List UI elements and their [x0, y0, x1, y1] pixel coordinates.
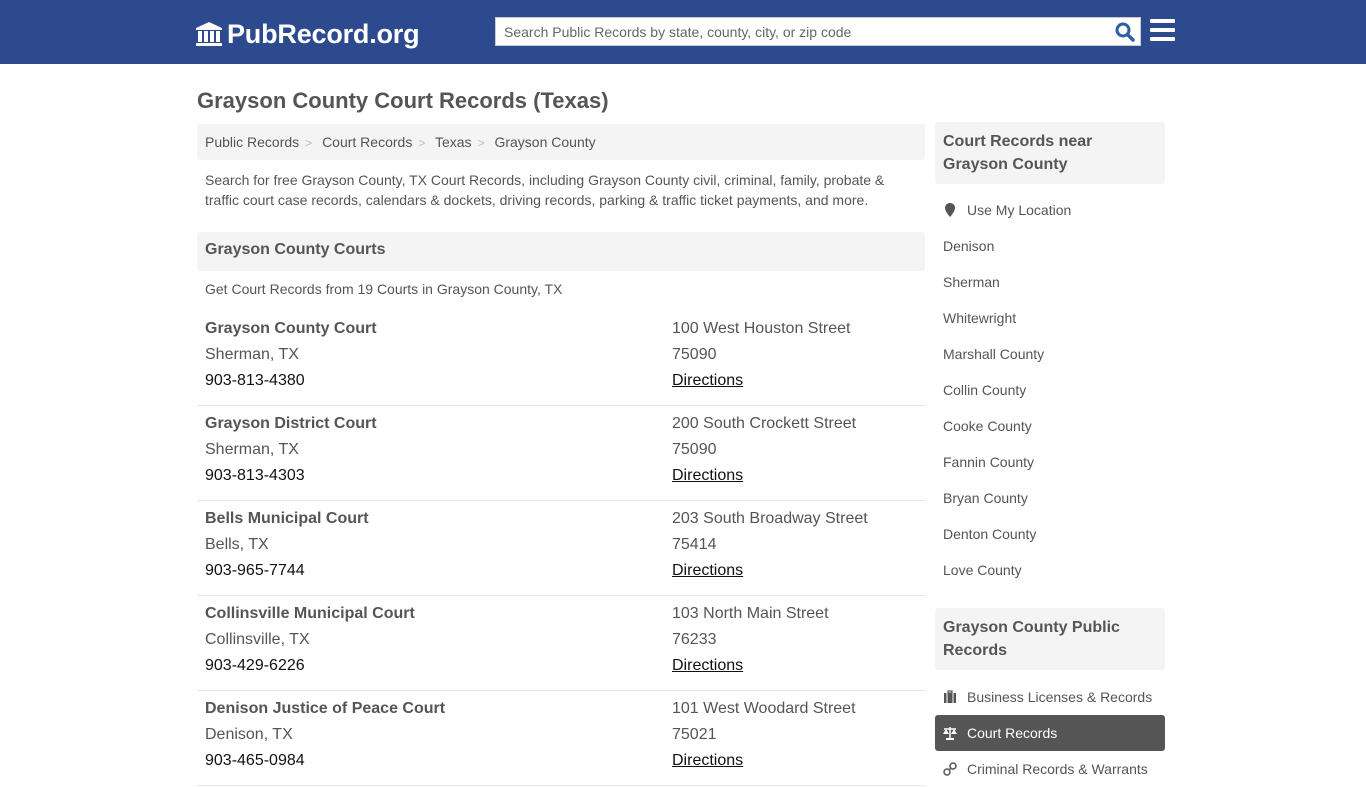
- courts-list: Grayson County Court Sherman, TX 903-813…: [197, 311, 925, 786]
- court-zip: 75090: [672, 346, 717, 363]
- breadcrumb-separator: >: [305, 136, 313, 150]
- court-name: Collinsville Municipal Court: [205, 605, 415, 622]
- court-item: Collinsville Municipal Court Collinsvill…: [197, 596, 925, 691]
- court-zip: 76233: [672, 631, 717, 648]
- court-street: 101 West Woodard Street: [672, 700, 856, 717]
- nearby-link[interactable]: Marshall County: [935, 336, 1165, 372]
- court-phone[interactable]: 903-813-4303: [205, 466, 377, 492]
- court-name: Denison Justice of Peace Court: [205, 700, 446, 717]
- nearby-link[interactable]: Love County: [935, 552, 1165, 588]
- breadcrumb-court-records[interactable]: Court Records: [322, 134, 412, 150]
- sidebar-item-business-licenses[interactable]: Business Licenses & Records: [935, 679, 1165, 715]
- sidebar-item-court-records[interactable]: Court Records: [935, 715, 1165, 751]
- nearby-link[interactable]: Whitewright: [935, 300, 1165, 336]
- intro-text: Search for free Grayson County, TX Court…: [205, 172, 885, 208]
- breadcrumb-separator: >: [418, 136, 426, 150]
- search-box: [495, 17, 1141, 46]
- logo-text: PubRecord.org: [227, 18, 420, 49]
- court-street: 203 South Broadway Street: [672, 510, 868, 527]
- breadcrumb-separator: >: [477, 136, 485, 150]
- court-item: Grayson County Court Sherman, TX 903-813…: [197, 311, 925, 406]
- court-item: Grayson District Court Sherman, TX 903-8…: [197, 406, 925, 501]
- hamburger-menu-icon[interactable]: [1150, 19, 1176, 43]
- nearby-link[interactable]: Bryan County: [935, 480, 1165, 516]
- sidebar-public-records: Grayson County Public Records Business L…: [935, 608, 1165, 787]
- sidebar-item-criminal-records[interactable]: Criminal Records & Warrants: [935, 751, 1165, 787]
- map-marker-icon: [945, 203, 955, 217]
- directions-link[interactable]: Directions: [672, 752, 743, 769]
- nearby-link[interactable]: Collin County: [935, 372, 1165, 408]
- sidebar-nearby: Court Records near Grayson County Use My…: [935, 122, 1165, 588]
- court-phone[interactable]: 903-965-7744: [205, 561, 369, 587]
- court-zip: 75021: [672, 726, 717, 743]
- court-street: 100 West Houston Street: [672, 320, 851, 337]
- breadcrumb-public-records[interactable]: Public Records: [205, 134, 299, 150]
- directions-link[interactable]: Directions: [672, 467, 743, 484]
- sidebar-nearby-title: Court Records near Grayson County: [935, 122, 1165, 184]
- nearby-link[interactable]: Cooke County: [935, 408, 1165, 444]
- court-phone[interactable]: 903-813-4380: [205, 371, 377, 397]
- court-street: 103 North Main Street: [672, 605, 829, 622]
- search-button[interactable]: [1114, 21, 1136, 43]
- court-zip: 75414: [672, 536, 717, 553]
- court-city: Collinsville, TX: [205, 631, 310, 648]
- site-logo[interactable]: PubRecord.org: [195, 17, 420, 51]
- directions-link[interactable]: Directions: [672, 372, 743, 389]
- courts-count: Get Court Records from 19 Courts in Gray…: [205, 281, 563, 297]
- court-item: Denison Justice of Peace Court Denison, …: [197, 691, 925, 786]
- top-navbar: PubRecord.org: [0, 0, 1366, 64]
- court-city: Sherman, TX: [205, 346, 299, 363]
- nearby-link[interactable]: Denison: [935, 228, 1165, 264]
- scale-icon: [943, 727, 957, 740]
- breadcrumb-grayson-county[interactable]: Grayson County: [494, 134, 595, 150]
- court-zip: 75090: [672, 441, 717, 458]
- page-title: Grayson County Court Records (Texas): [197, 88, 609, 113]
- search-icon: [1115, 22, 1135, 42]
- court-item: Bells Municipal Court Bells, TX 903-965-…: [197, 501, 925, 596]
- court-name: Bells Municipal Court: [205, 510, 369, 527]
- nearby-link[interactable]: Denton County: [935, 516, 1165, 552]
- search-input[interactable]: [496, 18, 1106, 45]
- sidebar-public-records-title: Grayson County Public Records: [935, 608, 1165, 670]
- directions-link[interactable]: Directions: [672, 657, 743, 674]
- courthouse-icon: [196, 22, 222, 46]
- court-street: 200 South Crockett Street: [672, 415, 857, 432]
- use-my-location-link[interactable]: Use My Location: [935, 192, 1165, 228]
- court-name: Grayson County Court: [205, 320, 377, 337]
- court-city: Denison, TX: [205, 726, 293, 743]
- court-city: Sherman, TX: [205, 441, 299, 458]
- nearby-link[interactable]: Fannin County: [935, 444, 1165, 480]
- court-name: Grayson District Court: [205, 415, 377, 432]
- breadcrumb: Public Records > Court Records > Texas > Gr…: [197, 124, 925, 160]
- court-phone[interactable]: 903-429-6226: [205, 656, 415, 682]
- court-city: Bells, TX: [205, 536, 269, 553]
- courts-section-title: Grayson County Courts: [197, 232, 925, 271]
- court-phone[interactable]: 903-465-0984: [205, 751, 445, 777]
- breadcrumb-texas[interactable]: Texas: [435, 134, 472, 150]
- briefcase-icon: [944, 690, 956, 703]
- directions-link[interactable]: Directions: [672, 562, 743, 579]
- nearby-link[interactable]: Sherman: [935, 264, 1165, 300]
- handcuffs-icon: [943, 762, 957, 776]
